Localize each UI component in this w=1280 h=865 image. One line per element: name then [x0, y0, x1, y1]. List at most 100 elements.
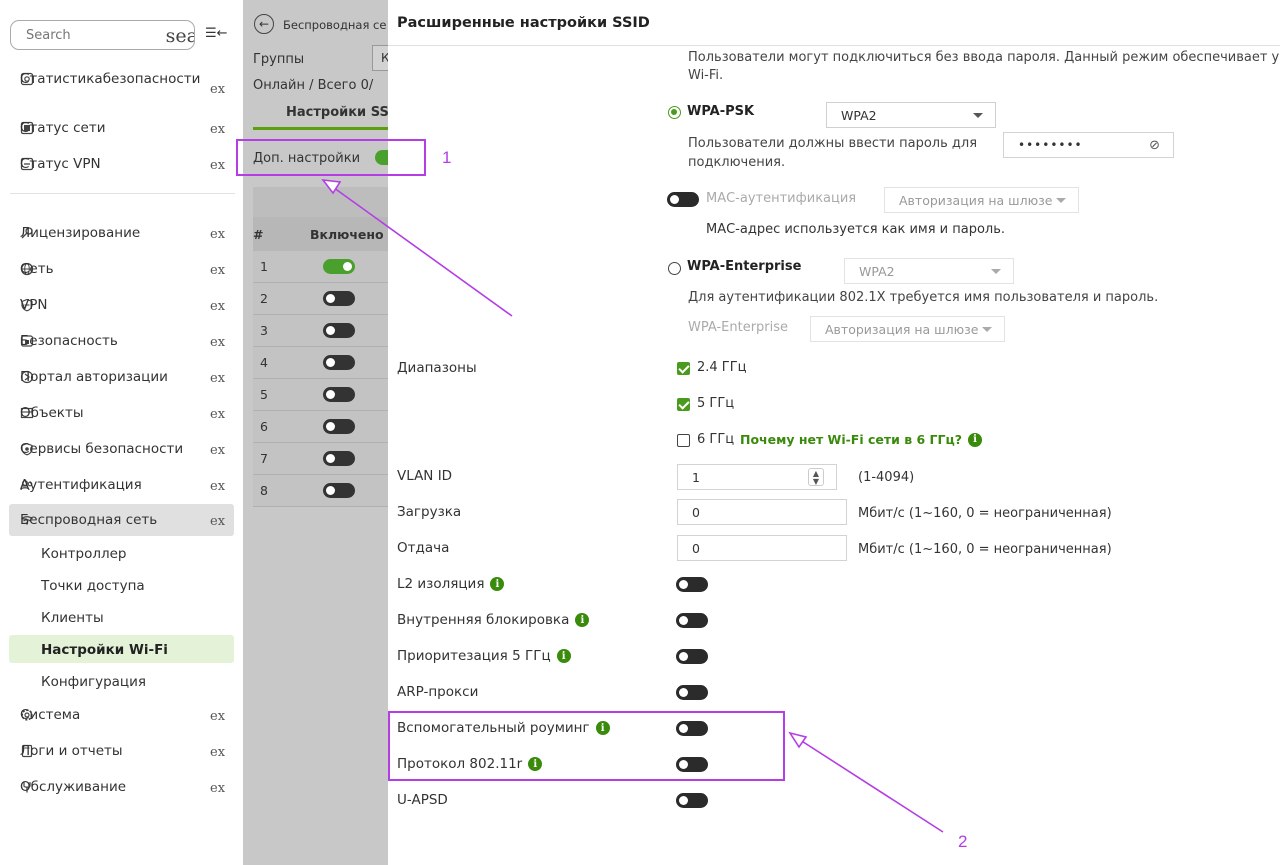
row-enabled-toggle[interactable]: [323, 387, 355, 402]
mac-auth-select[interactable]: Авторизация на шлюзе: [884, 187, 1079, 213]
table-row[interactable]: 8: [253, 475, 388, 507]
download-label: Загрузка: [397, 504, 462, 520]
sidebar-item-auth-portal[interactable]: Портал авторизации: [20, 369, 168, 385]
row-enabled-toggle[interactable]: [323, 323, 355, 338]
ex-text: ex: [210, 122, 226, 137]
wpa-enterprise-version-select[interactable]: WPA2: [844, 258, 1014, 284]
table-row[interactable]: 3: [253, 315, 388, 347]
table-row[interactable]: 2: [253, 283, 388, 315]
row-number: 4: [260, 355, 268, 370]
sidebar-item-network-status[interactable]: Статус сети: [20, 120, 106, 136]
row-number: 7: [260, 451, 268, 466]
wpa-psk-radio[interactable]: [668, 106, 681, 119]
sidebar-item-security-services[interactable]: Сервисы безопасности: [20, 441, 183, 457]
band-6-label: 6 ГГц: [697, 432, 735, 447]
setting-toggle[interactable]: [676, 649, 708, 664]
info-icon[interactable]: i: [490, 577, 505, 591]
ex-text: ex: [210, 158, 226, 173]
stepper-arrows-icon[interactable]: ▲ ▼: [808, 468, 824, 486]
sidebar-item-wireless[interactable]: Беспроводная сеть: [20, 512, 157, 528]
row-enabled-toggle[interactable]: [323, 451, 355, 466]
ex-text: ex: [210, 781, 226, 796]
setting-toggle[interactable]: [676, 757, 708, 772]
vlan-id-stepper[interactable]: 1 ▲ ▼: [677, 464, 837, 490]
ex-text: ex: [210, 82, 226, 97]
search-box[interactable]: sea: [10, 20, 195, 50]
open-description-cont: Wi-Fi.: [688, 68, 724, 83]
toggle-label: L2 изоляция i: [397, 576, 505, 592]
sidebar-item-logs[interactable]: Логи и отчеты: [20, 743, 123, 759]
psk-description-cont: подключения.: [688, 155, 786, 170]
back-button[interactable]: ←: [254, 14, 274, 34]
table-row[interactable]: 4: [253, 347, 388, 379]
setting-toggle[interactable]: [676, 793, 708, 808]
wpa-psk-version-select[interactable]: WPA2: [826, 102, 996, 128]
groups-label: Группы: [253, 52, 305, 67]
sidebar-item-label: Безопасность: [20, 332, 118, 349]
download-limit-field[interactable]: 0: [677, 499, 847, 525]
sidebar-item-label: Объекты: [20, 404, 84, 421]
setting-toggle[interactable]: [676, 613, 708, 628]
sidebar-item-label: Портал авторизации: [20, 368, 168, 385]
sidebar-item-security-stats[interactable]: Статистика безопасности: [20, 71, 200, 87]
row-enabled-toggle[interactable]: [323, 291, 355, 306]
collapse-left-icon[interactable]: ☰←: [205, 26, 228, 41]
sidebar-item-label: Сеть: [20, 260, 54, 277]
ex-text: ex: [210, 709, 226, 724]
band-6-checkbox[interactable]: [677, 434, 690, 447]
row-enabled-toggle[interactable]: [323, 483, 355, 498]
sidebar-item-vpn[interactable]: VPN: [20, 297, 47, 313]
setting-toggle[interactable]: [676, 721, 708, 736]
row-enabled-toggle[interactable]: [323, 355, 355, 370]
sidebar-subitem-access-points[interactable]: Точки доступа: [41, 578, 145, 594]
table-row[interactable]: 1: [253, 251, 388, 283]
table-row[interactable]: 7: [253, 443, 388, 475]
ex-text: ex: [210, 514, 226, 529]
psk-password-field[interactable]: •••••••• ⊘: [1003, 132, 1174, 158]
table-header: # Включено: [253, 217, 388, 251]
info-icon[interactable]: i: [595, 721, 610, 735]
sidebar-subitem-wifi-settings[interactable]: Настройки Wi-Fi: [41, 642, 168, 658]
setting-toggle[interactable]: [676, 577, 708, 592]
table-toolbar: [253, 187, 388, 217]
table-row[interactable]: 6: [253, 411, 388, 443]
row-number: 8: [260, 483, 268, 498]
bands-label: Диапазоны: [397, 360, 477, 376]
band-24-label: 2.4 ГГц: [697, 360, 747, 375]
upload-limit-field[interactable]: 0: [677, 535, 847, 561]
band-6-help-link[interactable]: Почему нет Wi-Fi сети в 6 ГГц? i: [740, 432, 982, 447]
row-enabled-toggle[interactable]: [323, 259, 355, 274]
sidebar-subitem-configuration[interactable]: Конфигурация: [41, 674, 146, 690]
upload-hint: Мбит/с (1~160, 0 = неограниченная): [858, 542, 1112, 557]
enterprise-auth-select[interactable]: Авторизация на шлюзе: [810, 316, 1005, 342]
row-enabled-toggle[interactable]: [323, 419, 355, 434]
ex-text: ex: [210, 443, 226, 458]
open-description: Пользователи могут подключиться без ввод…: [688, 50, 1280, 65]
band-24-checkbox[interactable]: [677, 362, 690, 375]
sidebar-item-label: Система: [20, 706, 81, 723]
sidebar-subitem-controller[interactable]: Контроллер: [41, 546, 127, 562]
wpa-enterprise-radio[interactable]: [668, 262, 681, 275]
info-icon[interactable]: i: [575, 613, 590, 627]
chevron-down-icon: [982, 327, 992, 332]
sidebar-subitem-clients[interactable]: Клиенты: [41, 610, 104, 626]
band-5-checkbox[interactable]: [677, 398, 690, 411]
sidebar-item-network[interactable]: Сеть: [20, 261, 54, 277]
sidebar-item-security[interactable]: Безопасность: [20, 333, 118, 349]
table-row[interactable]: 5: [253, 379, 388, 411]
sidebar-item-system[interactable]: Система: [20, 707, 80, 723]
sidebar-item-vpn-status[interactable]: Статус VPN: [20, 156, 101, 172]
page-title: Расширенные настройки SSID: [397, 15, 650, 31]
search-value: sea: [165, 25, 195, 47]
sidebar-item-objects[interactable]: Объекты: [20, 405, 83, 421]
info-icon[interactable]: i: [556, 649, 571, 663]
mac-auth-toggle[interactable]: [667, 192, 699, 207]
annotation-number-1: 1: [442, 148, 452, 167]
info-icon[interactable]: i: [528, 757, 543, 771]
sidebar-item-licensing[interactable]: Лицензирование: [20, 225, 140, 241]
sidebar-item-maintenance[interactable]: Обслуживание: [20, 779, 126, 795]
sidebar-item-authentication[interactable]: Аутентификация: [20, 477, 142, 493]
tab-ssid-settings[interactable]: Настройки SSI: [286, 105, 394, 120]
eye-off-icon[interactable]: ⊘: [1149, 138, 1161, 153]
setting-toggle[interactable]: [676, 685, 708, 700]
